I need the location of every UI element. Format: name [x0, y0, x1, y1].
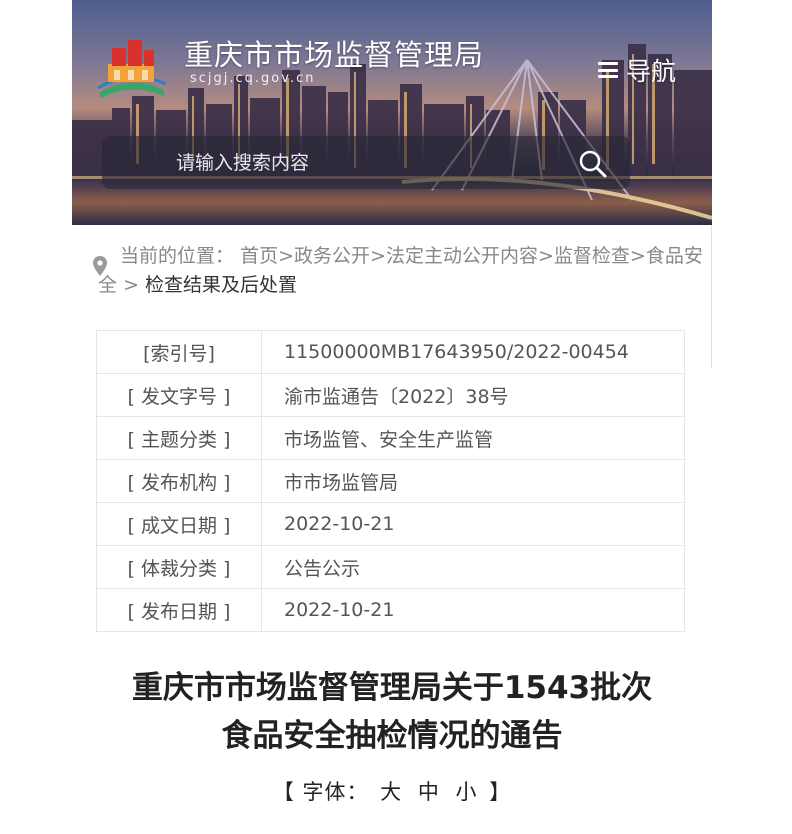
search-input[interactable]: [174, 150, 578, 175]
meta-key: [ 发布机构 ]: [96, 459, 262, 503]
breadcrumb-item-statutory-disclosure[interactable]: 法定主动公开内容: [386, 245, 538, 267]
article-title: 重庆市市场监督管理局关于1543批次 食品安全抽检情况的通告: [72, 664, 712, 760]
meta-value: 2022-10-21: [261, 588, 685, 632]
hamburger-icon: [598, 60, 618, 80]
document-metadata-table: [索引号] 11500000MB17643950/2022-00454 [ 发文…: [96, 330, 685, 632]
breadcrumb-separator: >: [537, 245, 554, 267]
meta-value: 11500000MB17643950/2022-00454: [261, 330, 685, 374]
table-row: [ 发布日期 ] 2022-10-21: [96, 588, 685, 632]
meta-value: 2022-10-21: [261, 502, 685, 546]
breadcrumb-item-home[interactable]: 首页: [240, 245, 278, 267]
site-title[interactable]: 重庆市市场监督管理局: [184, 32, 484, 74]
meta-key: [ 主题分类 ]: [96, 416, 262, 460]
table-row: [ 发布机构 ] 市市场监管局: [96, 459, 685, 503]
breadcrumb-separator: >: [629, 245, 646, 267]
table-row: [ 体裁分类 ] 公告公示: [96, 545, 685, 589]
font-size-selector: 【 字体： 大 中 小 】: [72, 776, 712, 806]
bracket-open: 【: [272, 780, 295, 804]
breadcrumb: 当前的位置： 首页>政务公开>法定主动公开内容>监督检查>食品安全 > 检查结果…: [93, 242, 706, 300]
header-banner: 重庆市市场监督管理局 scjgj.cq.gov.cn 导航: [72, 0, 712, 225]
font-size-label: 字体：: [302, 780, 369, 804]
bracket-close: 】: [489, 780, 512, 804]
breadcrumb-item-gov-affairs[interactable]: 政务公开: [294, 245, 370, 267]
meta-key: [ 发布日期 ]: [96, 588, 262, 632]
font-size-medium-button[interactable]: 中: [418, 780, 440, 804]
table-row: [索引号] 11500000MB17643950/2022-00454: [96, 330, 685, 374]
meta-value: 公告公示: [261, 545, 685, 589]
article-title-line: 食品安全抽检情况的通告: [221, 718, 563, 754]
table-row: [ 成文日期 ] 2022-10-21: [96, 502, 685, 546]
meta-key: [ 体裁分类 ]: [96, 545, 262, 589]
table-row: [ 发文字号 ] 渝市监通告〔2022〕38号: [96, 373, 685, 417]
meta-key: [ 成文日期 ]: [96, 502, 262, 546]
page: 重庆市市场监督管理局 scjgj.cq.gov.cn 导航 当前的位置： 首页>…: [72, 0, 712, 834]
table-row: [ 主题分类 ] 市场监管、安全生产监管: [96, 416, 685, 460]
meta-value: 市市场监管局: [261, 459, 685, 503]
breadcrumb-item-supervision[interactable]: 监督检查: [554, 245, 630, 267]
search-bar: [102, 136, 630, 189]
meta-key: [索引号]: [96, 330, 262, 374]
site-domain: scjgj.cq.gov.cn: [190, 71, 316, 86]
breadcrumb-separator: >: [123, 274, 139, 296]
font-size-small-button[interactable]: 小: [456, 780, 478, 804]
breadcrumb-label: 当前的位置：: [120, 245, 235, 267]
breadcrumb-current[interactable]: 检查结果及后处置: [145, 274, 297, 296]
meta-key: [ 发文字号 ]: [96, 373, 262, 417]
breadcrumb-separator: >: [370, 245, 386, 267]
location-pin-icon: [93, 256, 107, 276]
breadcrumb-separator: >: [278, 245, 294, 267]
article-title-line: 重庆市市场监督管理局关于1543批次: [131, 670, 653, 706]
nav-label: 导航: [626, 57, 677, 86]
meta-value: 渝市监通告〔2022〕38号: [261, 373, 685, 417]
meta-value: 市场监管、安全生产监管: [261, 416, 685, 460]
search-icon[interactable]: [578, 149, 608, 179]
nav-menu-button[interactable]: 导航: [598, 54, 676, 86]
font-size-large-button[interactable]: 大: [380, 780, 402, 804]
site-logo-icon[interactable]: [94, 30, 168, 100]
divider: [711, 225, 712, 368]
